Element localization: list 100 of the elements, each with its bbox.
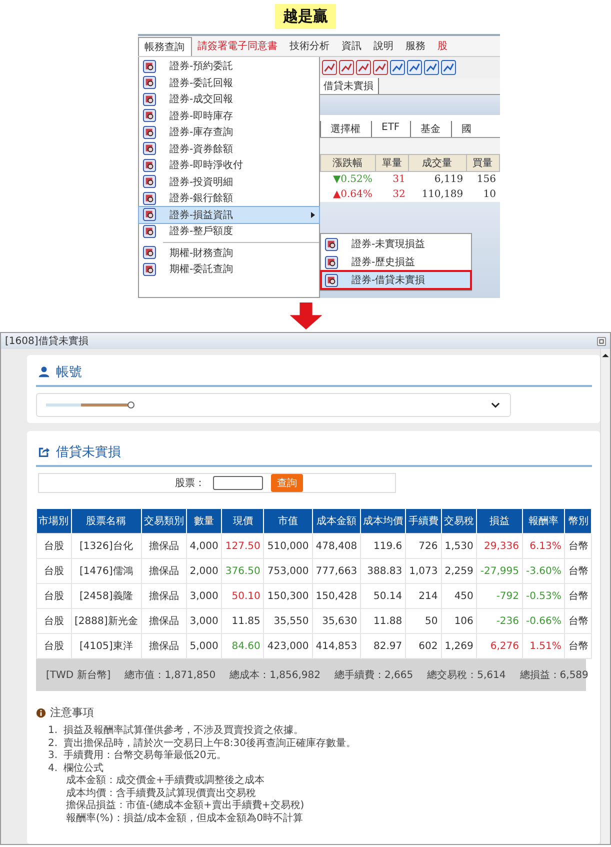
column-header: 成本均價 (360, 509, 406, 534)
app-icon (142, 126, 156, 139)
menu-item[interactable]: 期權-委託查詢 (138, 261, 318, 278)
table-cell: 10 (466, 187, 499, 202)
menu-item[interactable]: 證券-即時庫存 (138, 108, 318, 124)
toolbar-icon[interactable] (390, 60, 404, 75)
note-text: 成本均價：含手續費及試算現價賣出交易稅 (65, 788, 257, 800)
tab[interactable]: ETF (370, 121, 410, 137)
menu-item[interactable]: 證券-銀行餘額 (138, 190, 318, 206)
column-header: 損益 (476, 509, 523, 534)
list-number: 4. (48, 762, 58, 775)
app-icon (324, 274, 338, 286)
menu-bar-item[interactable]: 股 (432, 37, 454, 55)
tab[interactable]: 選擇權 (320, 121, 370, 137)
menu-item[interactable]: 證券-借貸未實損 (320, 271, 470, 289)
menu-item[interactable]: 證券-投資明細 (138, 174, 318, 190)
stock-input-field[interactable] (213, 476, 263, 490)
table-cell: 31 (375, 172, 408, 187)
table-cell: 1,073 (406, 558, 442, 584)
table-cell: 6,119 (408, 172, 466, 187)
app-icon (142, 92, 156, 106)
window-title: [1608]借貸未實損 (5, 334, 88, 348)
table-cell: 50.14 (360, 584, 406, 608)
menu-item[interactable]: 證券-資券餘額 (138, 140, 318, 157)
table-cell: 50.10 (222, 584, 264, 608)
section-heading: 帳號 (56, 364, 82, 381)
table-cell: 台幣 (564, 558, 592, 584)
table-cell: 3,000 (186, 608, 222, 634)
summary-text: 總手續費：2,665 (334, 668, 414, 682)
menu-bar-item[interactable]: 服務 (400, 37, 432, 55)
menu-item[interactable]: 證券-委託回報 (138, 74, 318, 91)
menu-bar-item[interactable]: 請簽署電子同意書 (192, 37, 284, 55)
table-cell: 台股 (36, 584, 71, 608)
table-cell: 擔保品 (141, 584, 186, 608)
toolbar-icon[interactable] (322, 60, 336, 75)
toolbar-icon[interactable] (424, 60, 438, 75)
table-cell: 110,189 (408, 187, 466, 202)
column-header: 報酬率 (522, 509, 565, 534)
note-text: 賣出擔保品時，請於次一交易日上午8:30後再查詢正確庫存數量。 (64, 738, 356, 750)
menu-item[interactable]: 證券-未實現損益 (320, 235, 470, 253)
column-header: 市場別 (36, 509, 71, 534)
toolbar-icon[interactable] (356, 60, 370, 75)
table-cell: 156 (466, 172, 499, 187)
menu-item[interactable]: 證券-整戶額度 (138, 223, 318, 240)
menu-item[interactable]: 期權-財務查詢 (138, 244, 318, 261)
list-number: 3. (48, 750, 58, 762)
table-cell: 35,550 (264, 608, 312, 634)
menu-item[interactable]: 證券-成交回報 (138, 91, 318, 108)
table-cell: 6.13% (522, 534, 565, 558)
table-cell: 擔保品 (141, 534, 186, 558)
column-header: 交易稅 (441, 509, 477, 534)
menu-bar-item[interactable]: 技術分析 (284, 37, 336, 55)
menu-item[interactable]: 證券-庫存查詢 (138, 124, 318, 140)
share-icon (38, 446, 50, 458)
column-header: 股票名稱 (71, 509, 142, 534)
menu-item[interactable]: 證券-損益資訊 (138, 206, 318, 223)
table-cell: 台幣 (564, 608, 592, 634)
table-cell: 擔保品 (141, 558, 186, 584)
column-header: 成交量 (408, 154, 466, 172)
info-icon (36, 708, 46, 718)
field-label: 股票： (175, 477, 205, 490)
menu-item[interactable]: 證券-即時淨收付 (138, 157, 318, 174)
table-cell: -236 (476, 608, 523, 634)
toolbar-icon[interactable] (406, 60, 422, 75)
table-cell: 106 (441, 608, 477, 634)
table-cell: 119.6 (360, 534, 406, 558)
table-cell: 29,336 (476, 534, 523, 558)
tab[interactable]: 借貸未實損 (320, 78, 378, 94)
table-cell: [1326]台化 (71, 534, 142, 558)
menu-bar-item[interactable]: 資訊 (336, 37, 368, 55)
section-heading: 借貸未實損 (56, 444, 121, 461)
menu-bar-item[interactable]: 說明 (368, 37, 400, 55)
app-icon (142, 192, 156, 205)
toolbar-icon[interactable] (338, 60, 354, 75)
table-cell: 擔保品 (141, 608, 186, 634)
app-icon (142, 208, 156, 222)
toolbar-icon[interactable] (372, 60, 388, 75)
column-header: 單量 (375, 154, 408, 172)
app-icon (142, 246, 156, 260)
menu-item[interactable]: 證券-歷史損益 (320, 253, 470, 271)
table-cell: 1,530 (441, 534, 477, 558)
menu-bar-item[interactable]: 帳務查詢 (138, 36, 192, 56)
scrollbar[interactable] (600, 349, 610, 844)
restore-icon[interactable] (597, 336, 606, 346)
scroll-up-icon[interactable] (602, 353, 610, 358)
note-text: 成本金額：成交價金+手續費或調整後之成本 (65, 775, 266, 788)
toolbar-icon[interactable] (440, 60, 456, 75)
app-icon (142, 175, 156, 188)
table-cell: 台幣 (564, 584, 592, 608)
column-header: 成本金額 (312, 509, 361, 534)
menu-item[interactable]: 證券-預約委託 (138, 58, 318, 74)
tab[interactable]: 基金 (410, 121, 451, 137)
table-cell: 台股 (36, 608, 71, 634)
summary-text: 總市值：1,871,850 (124, 668, 216, 682)
app-icon (142, 76, 156, 90)
table-cell: 3,000 (186, 584, 222, 608)
app-icon (324, 256, 338, 268)
tab[interactable]: 國 (450, 121, 482, 137)
column-header: 交易類別 (141, 509, 186, 534)
note-text: 欄位公式 (64, 762, 104, 774)
